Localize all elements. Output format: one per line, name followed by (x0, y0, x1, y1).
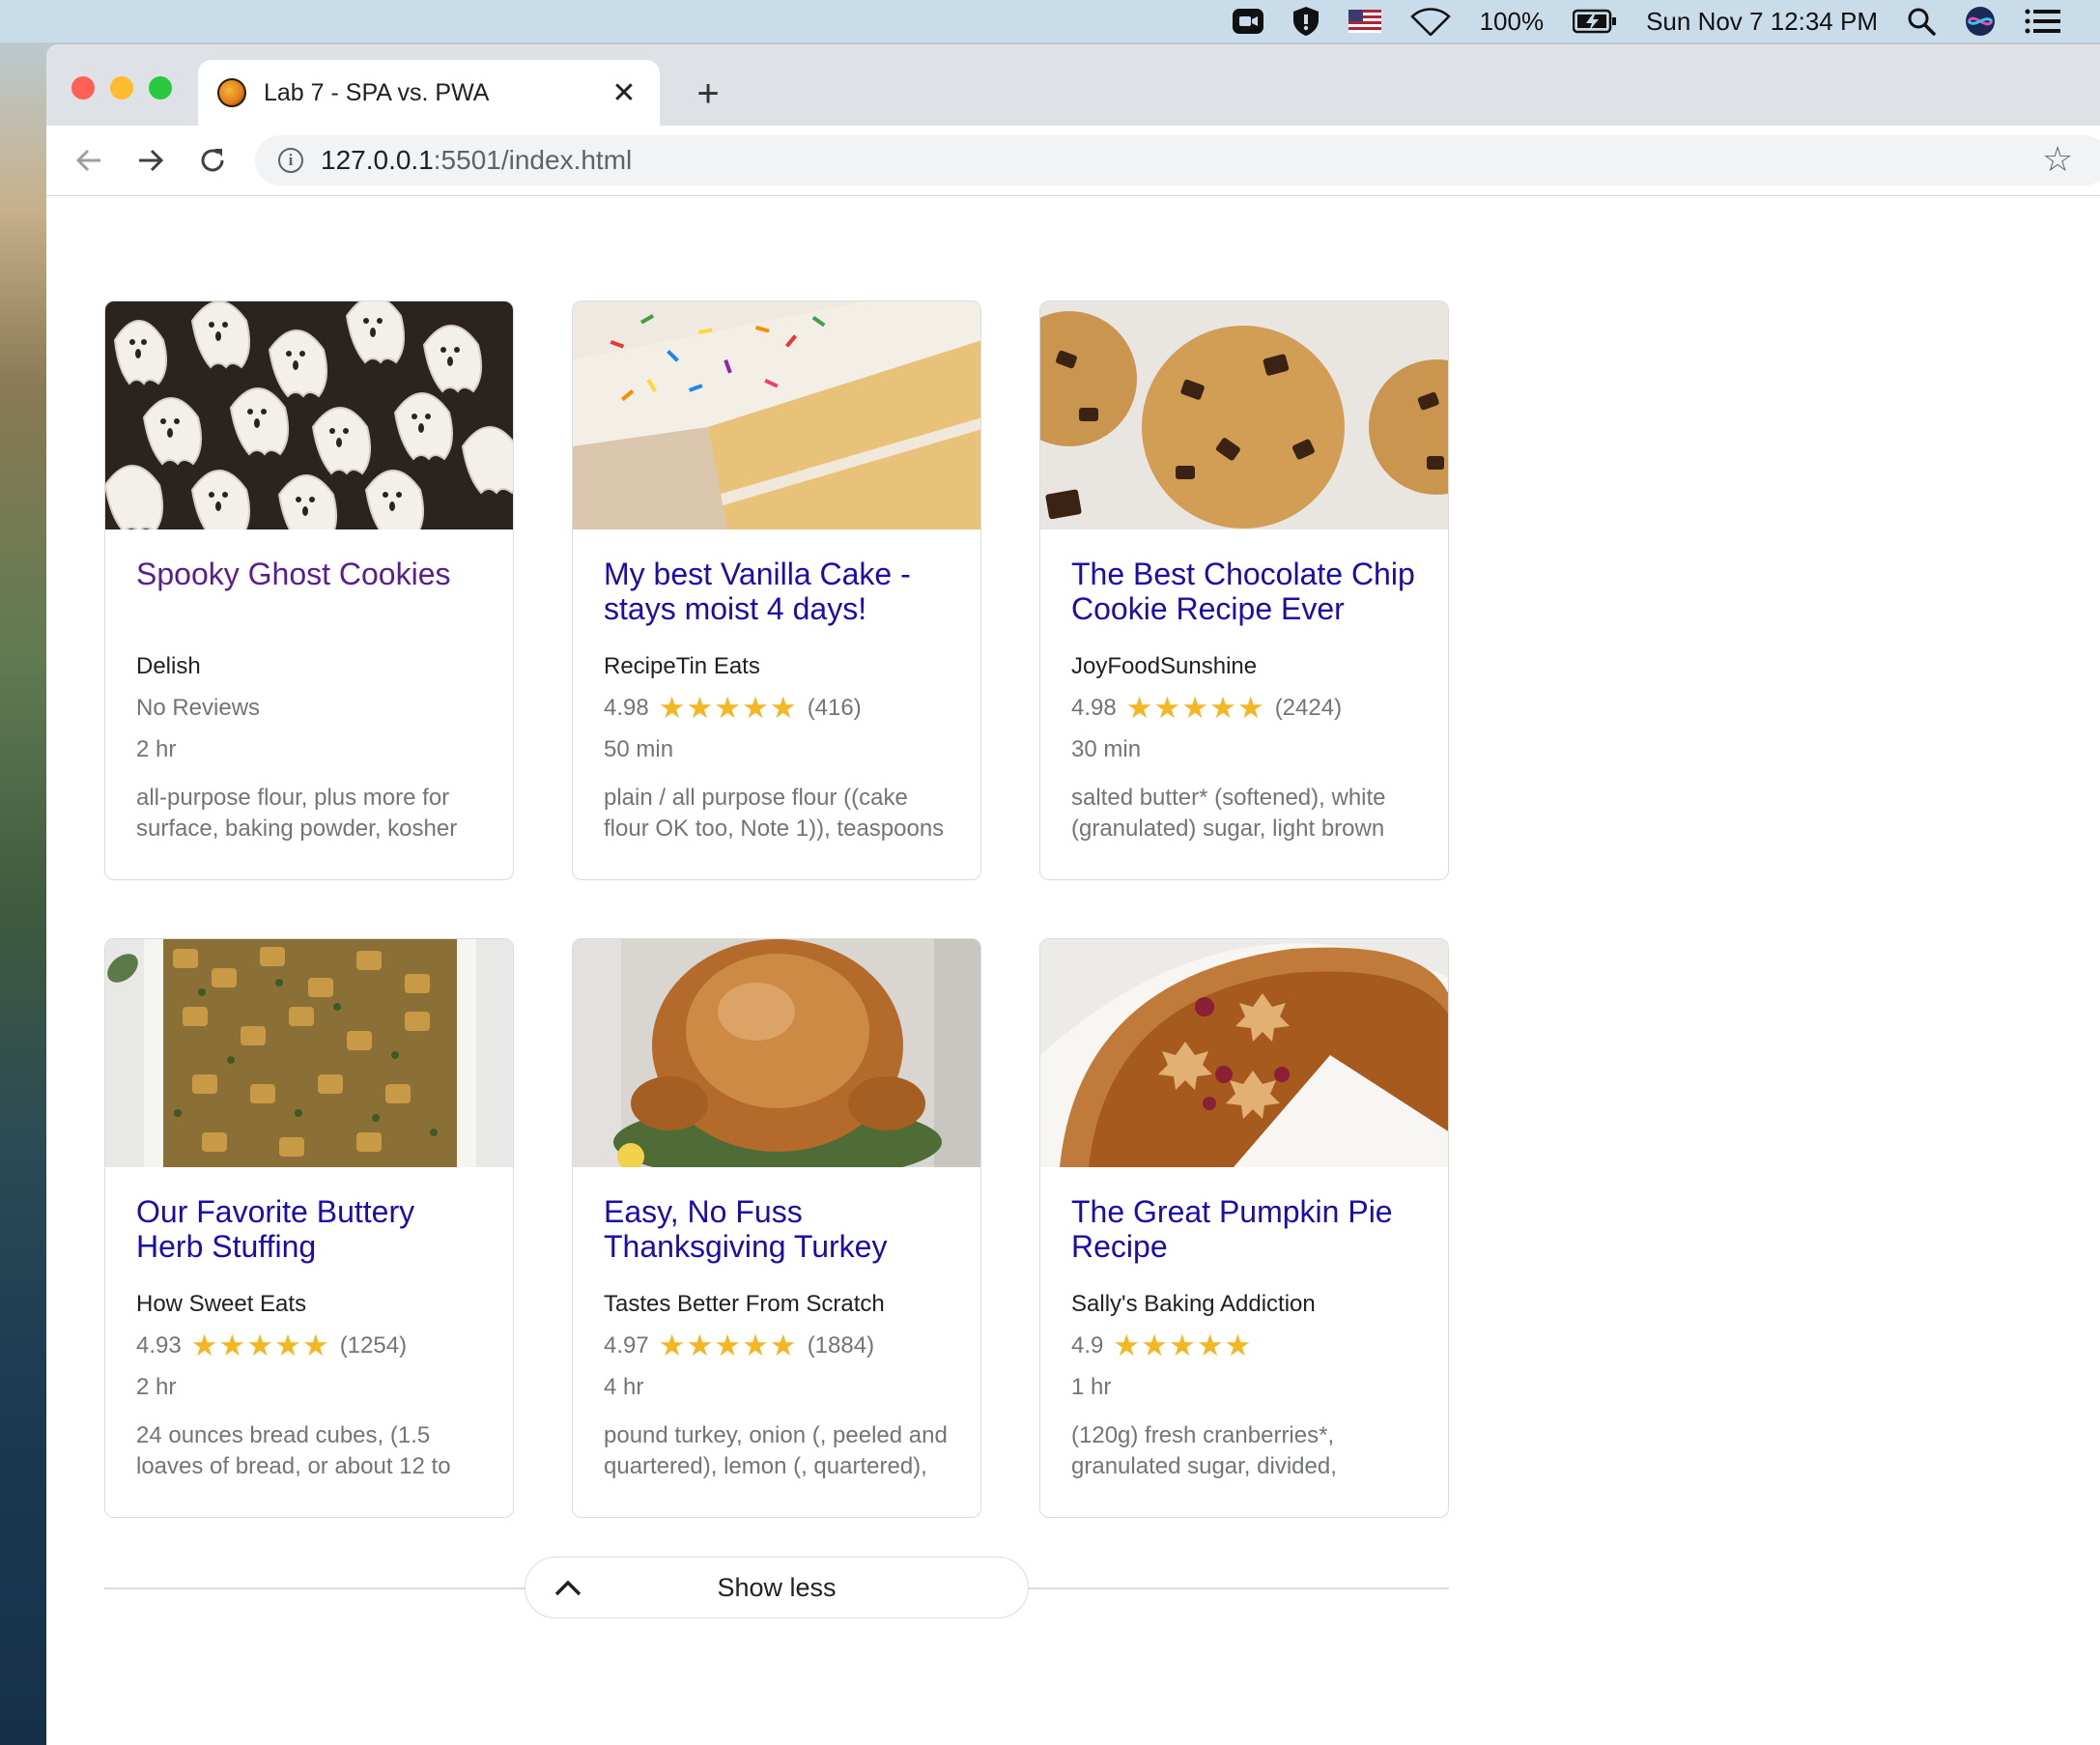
recipe-time: 2 hr (136, 1374, 177, 1400)
recipe-rating: 4.98 ★★★★★ (2424) (1071, 691, 1417, 725)
show-less-section: Show less (104, 1557, 1449, 1620)
recipe-time: 4 hr (604, 1374, 644, 1400)
rating-value: 4.93 (136, 1332, 182, 1359)
recipe-card[interactable]: Spooky Ghost Cookies Delish No Reviews 2… (104, 300, 514, 880)
review-count: (416) (807, 695, 862, 721)
recipe-ingredients: salted butter* (softened), white (granul… (1071, 785, 1386, 842)
page-content: Spooky Ghost Cookies Delish No Reviews 2… (46, 196, 2100, 1745)
url-host: 127.0.0.1 (321, 145, 434, 175)
recipe-time: 2 hr (136, 736, 177, 762)
url-path: :5501/index.html (433, 145, 633, 175)
recipe-title-link[interactable]: Our Favorite Buttery Herb Stuffing (136, 1194, 482, 1275)
rating-value: 4.97 (604, 1332, 649, 1359)
tab-close-icon[interactable]: ✕ (608, 76, 640, 110)
address-bar[interactable]: i 127.0.0.1:5501/index.html (255, 135, 2100, 186)
browser-tab-active[interactable]: Lab 7 - SPA vs. PWA ✕ (198, 60, 660, 126)
recipe-image-vanilla-cake[interactable] (573, 301, 980, 529)
recipe-title-link[interactable]: The Best Chocolate Chip Cookie Recipe Ev… (1071, 557, 1417, 638)
tab-title: Lab 7 - SPA vs. PWA (264, 78, 490, 106)
recipe-time: 30 min (1071, 736, 1142, 762)
recipe-source: JoyFoodSunshine (1071, 653, 1258, 679)
star-rating-icon: ★★★★★ (190, 1329, 330, 1362)
recipe-title-link[interactable]: The Great Pumpkin Pie Recipe (1071, 1194, 1417, 1275)
spotlight-search-icon[interactable] (1907, 7, 1936, 36)
us-flag-icon[interactable] (1348, 10, 1381, 33)
review-count: (2424) (1274, 695, 1343, 721)
recipe-ingredients: 24 ounces bread cubes, (1.5 loaves of br… (136, 1422, 451, 1479)
site-info-icon[interactable]: i (278, 148, 303, 173)
recipe-image-chocolate-chip-cookies[interactable] (1040, 301, 1448, 529)
arrow-left-icon (75, 149, 100, 172)
site-favicon-icon (217, 78, 246, 107)
new-tab-button[interactable]: + (684, 70, 732, 118)
show-less-label: Show less (717, 1572, 837, 1602)
chevron-up-icon (554, 1580, 582, 1596)
tab-strip: Lab 7 - SPA vs. PWA ✕ + (46, 44, 2100, 126)
star-rating-icon: ★★★★★ (658, 1329, 798, 1362)
macos-menu-bar: 100% Sun Nov 7 12:34 PM (0, 0, 2100, 43)
reload-button[interactable] (191, 139, 234, 182)
recipe-title-link[interactable]: Spooky Ghost Cookies (136, 557, 482, 638)
recipe-card[interactable]: My best Vanilla Cake - stays moist 4 day… (572, 300, 981, 880)
rating-value: 4.9 (1071, 1332, 1104, 1359)
star-rating-icon: ★★★★★ (658, 691, 798, 725)
menubar-clock[interactable]: Sun Nov 7 12:34 PM (1646, 7, 1878, 37)
close-window-button[interactable] (71, 76, 95, 100)
recipe-image-pumpkin-pie[interactable] (1040, 939, 1448, 1167)
recipe-ingredients: (120g) fresh cranberries*, granulated su… (1071, 1422, 1337, 1479)
zoom-icon[interactable] (1232, 7, 1263, 36)
control-center-icon[interactable] (2025, 8, 2061, 35)
recipe-image-ghost-cookies[interactable] (105, 301, 513, 529)
zoom-window-button[interactable] (149, 76, 172, 100)
battery-icon[interactable] (1573, 9, 1617, 34)
forward-button[interactable] (129, 139, 172, 182)
reload-icon (201, 149, 224, 172)
arrow-right-icon (139, 149, 164, 172)
recipe-title-link[interactable]: My best Vanilla Cake - stays moist 4 day… (604, 557, 950, 638)
recipe-time: 1 hr (1071, 1374, 1112, 1400)
recipe-rating: 4.97 ★★★★★ (1884) (604, 1329, 950, 1362)
recipe-card[interactable]: Easy, No Fuss Thanksgiving Turkey Tastes… (572, 938, 981, 1518)
star-rating-icon: ★★★★★ (1113, 1329, 1253, 1362)
recipe-grid: Spooky Ghost Cookies Delish No Reviews 2… (104, 300, 1449, 1518)
back-button[interactable] (68, 139, 110, 182)
recipe-source: Tastes Better From Scratch (604, 1291, 885, 1317)
recipe-source: How Sweet Eats (136, 1291, 307, 1317)
recipe-source: Sally's Baking Addiction (1071, 1291, 1316, 1317)
recipe-card[interactable]: Our Favorite Buttery Herb Stuffing How S… (104, 938, 514, 1518)
review-count: (1884) (807, 1332, 875, 1359)
recipe-rating: No Reviews (136, 694, 482, 723)
browser-window: Lab 7 - SPA vs. PWA ✕ + i 127.0.0.1:5501… (46, 44, 2100, 1745)
rating-value: 4.98 (604, 695, 649, 721)
recipe-image-roast-turkey[interactable] (573, 939, 980, 1167)
review-count: (1254) (339, 1332, 408, 1359)
star-rating-icon: ★★★★★ (1125, 691, 1265, 725)
siri-icon[interactable] (1965, 6, 1996, 37)
recipe-ingredients: all-purpose flour, plus more for surface… (136, 785, 458, 842)
recipe-rating: 4.9 ★★★★★ (1071, 1329, 1417, 1362)
battery-percent: 100% (1479, 6, 1545, 36)
recipe-source: RecipeTin Eats (604, 653, 760, 679)
recipe-title-link[interactable]: Easy, No Fuss Thanksgiving Turkey (604, 1194, 950, 1275)
recipe-time: 50 min (604, 736, 674, 762)
show-less-button[interactable]: Show less (525, 1557, 1029, 1618)
rating-value: 4.98 (1071, 695, 1117, 721)
recipe-image-herb-stuffing[interactable] (105, 939, 513, 1167)
recipe-ingredients: pound turkey, onion (, peeled and quarte… (604, 1422, 948, 1479)
no-reviews-text: No Reviews (136, 695, 261, 721)
vpn-shield-icon[interactable] (1292, 6, 1320, 37)
recipe-ingredients: plain / all purpose flour ((cake flour O… (604, 785, 945, 842)
recipe-card[interactable]: The Best Chocolate Chip Cookie Recipe Ev… (1039, 300, 1449, 880)
wifi-icon[interactable] (1409, 7, 1451, 36)
browser-toolbar: i 127.0.0.1:5501/index.html ☆ (46, 126, 2100, 196)
recipe-source: Delish (136, 653, 201, 679)
recipe-rating: 4.93 ★★★★★ (1254) (136, 1329, 482, 1362)
minimize-window-button[interactable] (110, 76, 133, 100)
recipe-rating: 4.98 ★★★★★ (416) (604, 691, 950, 725)
bookmark-star-icon[interactable]: ☆ (2042, 139, 2073, 180)
recipe-card[interactable]: The Great Pumpkin Pie Recipe Sally's Bak… (1039, 938, 1449, 1518)
